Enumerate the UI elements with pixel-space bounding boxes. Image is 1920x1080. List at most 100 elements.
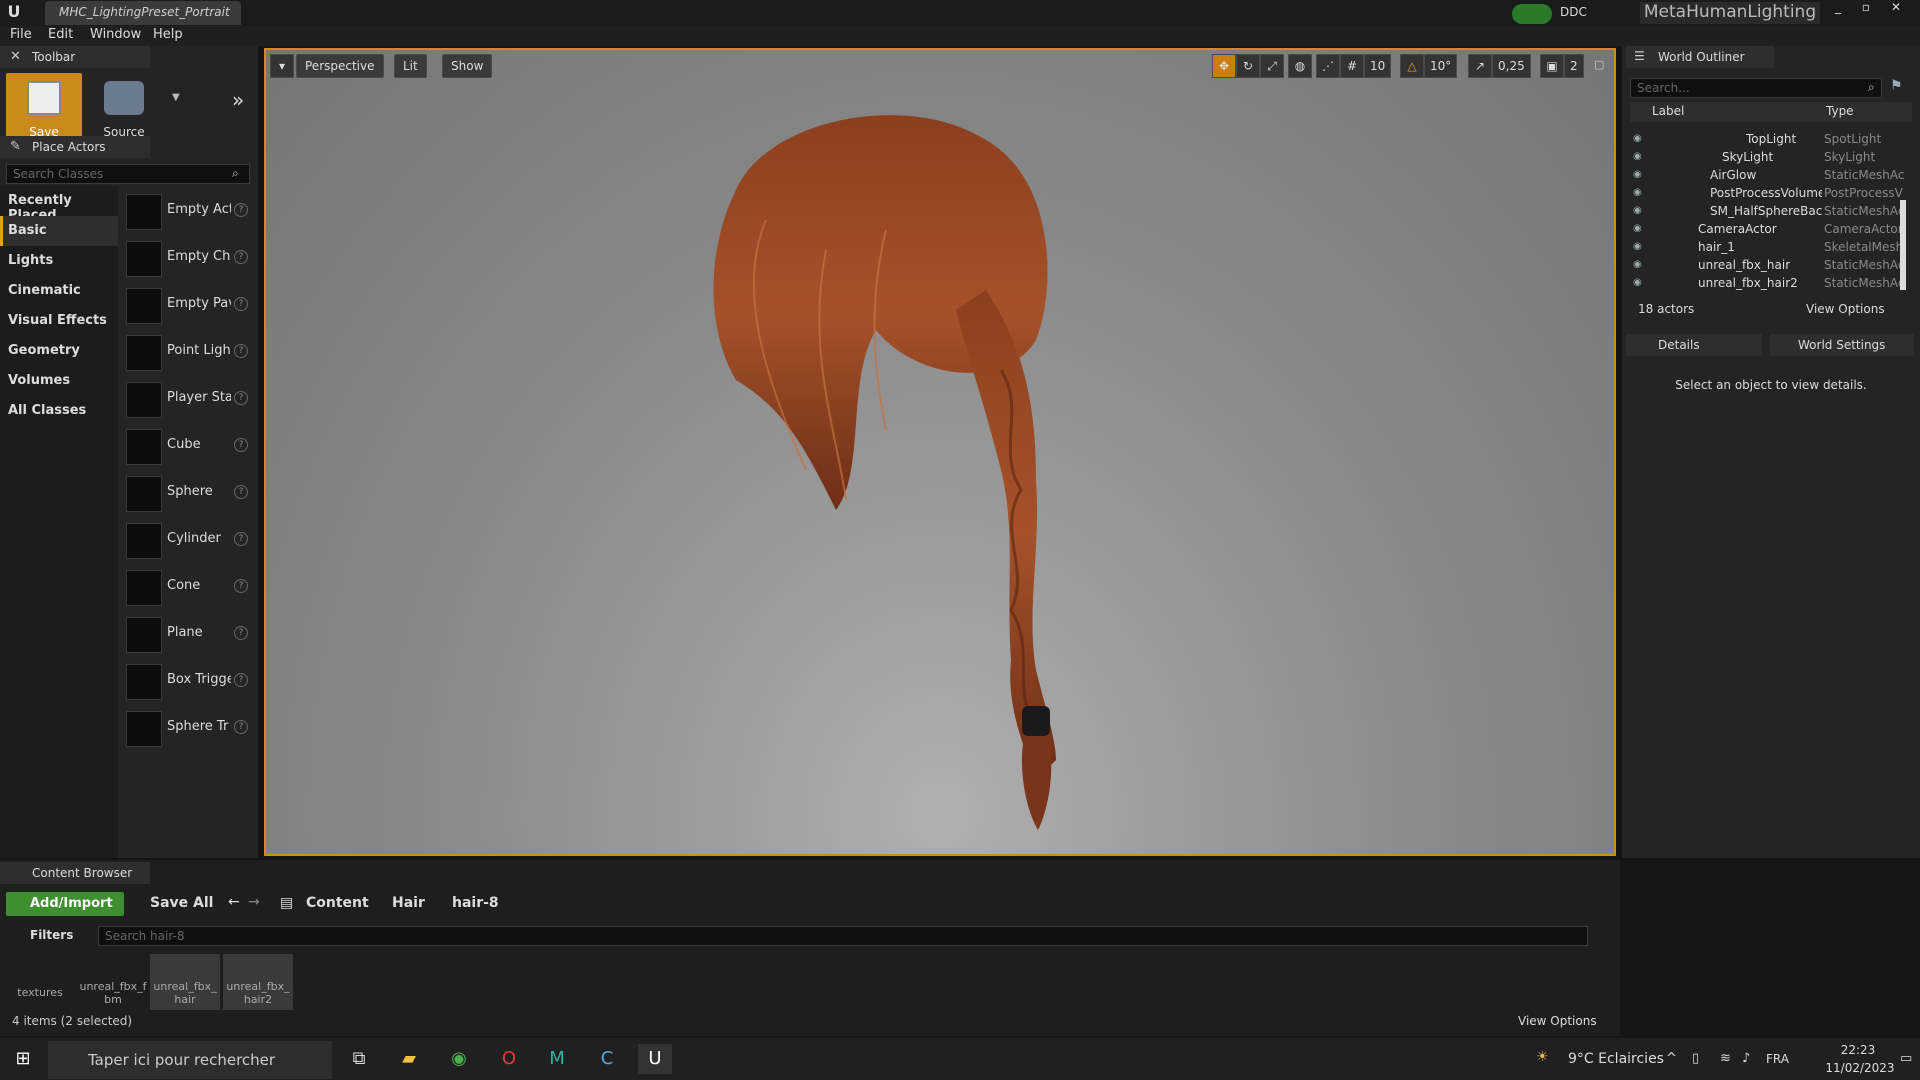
chevron-down-icon[interactable]: ▼ xyxy=(172,92,186,106)
camera-speed-value[interactable]: 2 xyxy=(1564,54,1584,78)
visibility-eye-icon[interactable]: ◉ xyxy=(1633,259,1647,270)
actor-point-light[interactable]: Point Light? xyxy=(122,329,252,376)
taskbar-search-input[interactable]: Taper ici pour rechercher xyxy=(48,1041,332,1079)
outliner-search-input[interactable]: Search... xyxy=(1630,78,1882,98)
category-geometry[interactable]: Geometry xyxy=(0,336,118,366)
hair-mesh[interactable] xyxy=(266,50,1614,854)
task-view-icon[interactable]: ⧉ xyxy=(342,1044,376,1074)
menu-window[interactable]: Window xyxy=(90,27,141,45)
filters-dropdown[interactable]: Filters xyxy=(30,928,73,942)
ddc-label[interactable]: DDC xyxy=(1560,5,1620,23)
maximize-icon[interactable]: ▫ xyxy=(1852,0,1880,16)
world-settings-tab[interactable]: World Settings xyxy=(1770,334,1914,356)
level-viewport[interactable] xyxy=(264,48,1616,856)
scale-snap-value[interactable]: 0,25 xyxy=(1492,54,1531,78)
visibility-eye-icon[interactable]: ◉ xyxy=(1633,205,1647,216)
perspective-button[interactable]: Perspective xyxy=(296,54,384,78)
tray-chevron-icon[interactable]: ^ xyxy=(1666,1051,1677,1066)
unreal-taskbar-icon[interactable]: U xyxy=(638,1044,672,1074)
actor-empty-character[interactable]: Empty Cha? xyxy=(122,235,252,282)
actor-sphere-trigger[interactable]: Sphere Tr? xyxy=(122,705,252,752)
visibility-eye-icon[interactable]: ◉ xyxy=(1633,133,1647,144)
windows-start-icon[interactable]: ⊞ xyxy=(6,1044,40,1074)
breadcrumb-hair[interactable]: Hair xyxy=(392,895,425,911)
search-icon[interactable]: ⌕ xyxy=(1868,80,1882,94)
weather-text[interactable]: 9°C Eclaircies xyxy=(1568,1051,1664,1067)
outliner-row[interactable]: ◉ unreal_fbx_hair StaticMeshAc xyxy=(1630,256,1912,274)
folder-unreal-fbx-fbm[interactable]: unreal_fbx_fbm xyxy=(78,954,148,1010)
actor-cylinder[interactable]: Cylinder? xyxy=(122,517,252,564)
breadcrumb-content[interactable]: Content xyxy=(306,895,369,911)
scale-tool-icon[interactable]: ⤢ xyxy=(1260,54,1284,78)
maximize-viewport-icon[interactable]: ▢ xyxy=(1594,58,1608,72)
outliner-row[interactable]: ◉ SM_HalfSphereBackgStaticMeshAc xyxy=(1630,202,1912,220)
search-icon[interactable]: ⌕ xyxy=(232,166,246,180)
rotate-tool-icon[interactable]: ↻ xyxy=(1236,54,1260,78)
help-icon[interactable]: ? xyxy=(234,391,248,405)
viewport-options-dropdown[interactable]: ▾ xyxy=(270,54,294,78)
help-icon[interactable]: ? xyxy=(234,532,248,546)
content-search-input[interactable]: Search hair-8 xyxy=(98,926,1588,946)
visibility-eye-icon[interactable]: ◉ xyxy=(1633,241,1647,252)
outliner-row[interactable]: ◉ SkyLight SkyLight xyxy=(1630,148,1912,166)
visibility-eye-icon[interactable]: ◉ xyxy=(1633,223,1647,234)
translate-tool-icon[interactable]: ✥ xyxy=(1212,54,1236,78)
ddc-status-icon[interactable] xyxy=(1512,4,1552,24)
actor-empty-actor[interactable]: Empty Act? xyxy=(122,188,252,235)
app-c-icon[interactable]: C xyxy=(590,1044,624,1074)
category-all-classes[interactable]: All Classes xyxy=(0,396,118,426)
chrome-icon[interactable]: ◉ xyxy=(442,1044,476,1074)
details-tab[interactable]: Details xyxy=(1626,334,1762,356)
help-icon[interactable]: ? xyxy=(234,626,248,640)
actor-cone[interactable]: Cone? xyxy=(122,564,252,611)
actor-plane[interactable]: Plane? xyxy=(122,611,252,658)
help-icon[interactable]: ? xyxy=(234,250,248,264)
asset-unreal-fbx-hair2[interactable]: unreal_fbx_hair2 xyxy=(223,954,293,1010)
content-browser-tab[interactable]: Content Browser xyxy=(0,862,150,884)
actor-box-trigger[interactable]: Box Trigge? xyxy=(122,658,252,705)
category-visual-effects[interactable]: Visual Effects xyxy=(0,306,118,336)
rotation-snap-icon[interactable]: △ xyxy=(1400,54,1424,78)
close-icon[interactable]: ✕ xyxy=(1882,0,1910,16)
help-icon[interactable]: ? xyxy=(234,344,248,358)
file-explorer-icon[interactable]: ▰ xyxy=(392,1044,426,1074)
outliner-row[interactable]: ◉ unreal_fbx_hair2 StaticMeshAc xyxy=(1630,274,1912,292)
rotation-snap-value[interactable]: 10° xyxy=(1424,54,1458,78)
world-local-icon[interactable]: ◍ xyxy=(1288,54,1312,78)
help-icon[interactable]: ? xyxy=(234,579,248,593)
grid-snap-value[interactable]: 10 xyxy=(1364,54,1392,78)
outliner-row[interactable]: ◉ hair_1 SkeletalMesh xyxy=(1630,238,1912,256)
outliner-row[interactable]: ◉ TopLight SpotLight xyxy=(1630,130,1912,148)
volume-icon[interactable]: ♪ xyxy=(1742,1051,1750,1066)
scale-snap-icon[interactable]: ↗ xyxy=(1468,54,1492,78)
outliner-row[interactable]: ◉ PostProcessVolume PostProcessV xyxy=(1630,184,1912,202)
visibility-eye-icon[interactable]: ◉ xyxy=(1633,151,1647,162)
notifications-icon[interactable]: ▭ xyxy=(1900,1051,1912,1066)
category-cinematic[interactable]: Cinematic xyxy=(0,276,118,306)
grid-snap-icon[interactable]: # xyxy=(1340,54,1364,78)
save-all-button[interactable]: Save All xyxy=(134,895,213,911)
visibility-eye-icon[interactable]: ◉ xyxy=(1633,169,1647,180)
outliner-scrollbar[interactable] xyxy=(1900,200,1906,290)
menu-file[interactable]: File xyxy=(10,27,32,45)
asset-unreal-fbx-hair[interactable]: unreal_fbx_hair xyxy=(150,954,220,1010)
tray-device-icon[interactable]: ▯ xyxy=(1692,1051,1699,1066)
actor-player-start[interactable]: Player Sta? xyxy=(122,376,252,423)
menu-help[interactable]: Help xyxy=(153,27,183,45)
expand-toolbar-icon[interactable]: » xyxy=(232,88,252,112)
camera-speed-icon[interactable]: ▣ xyxy=(1540,54,1564,78)
actor-sphere[interactable]: Sphere? xyxy=(122,470,252,517)
add-import-button[interactable]: Add/Import xyxy=(6,892,124,916)
surface-snap-icon[interactable]: ⋰ xyxy=(1316,54,1340,78)
minimize-icon[interactable]: _ xyxy=(1824,0,1852,16)
wifi-icon[interactable]: ≋ xyxy=(1720,1051,1731,1066)
add-filter-icon[interactable]: ⚑ xyxy=(1890,78,1910,96)
breadcrumb-hair-8[interactable]: hair-8 xyxy=(452,895,499,911)
back-icon[interactable]: ← xyxy=(228,894,240,910)
help-icon[interactable]: ? xyxy=(234,720,248,734)
show-button[interactable]: Show xyxy=(442,54,493,78)
lit-button[interactable]: Lit xyxy=(394,54,427,78)
opera-icon[interactable]: O xyxy=(492,1044,526,1074)
search-classes-input[interactable]: Search Classes xyxy=(6,164,250,184)
visibility-eye-icon[interactable]: ◉ xyxy=(1633,187,1647,198)
